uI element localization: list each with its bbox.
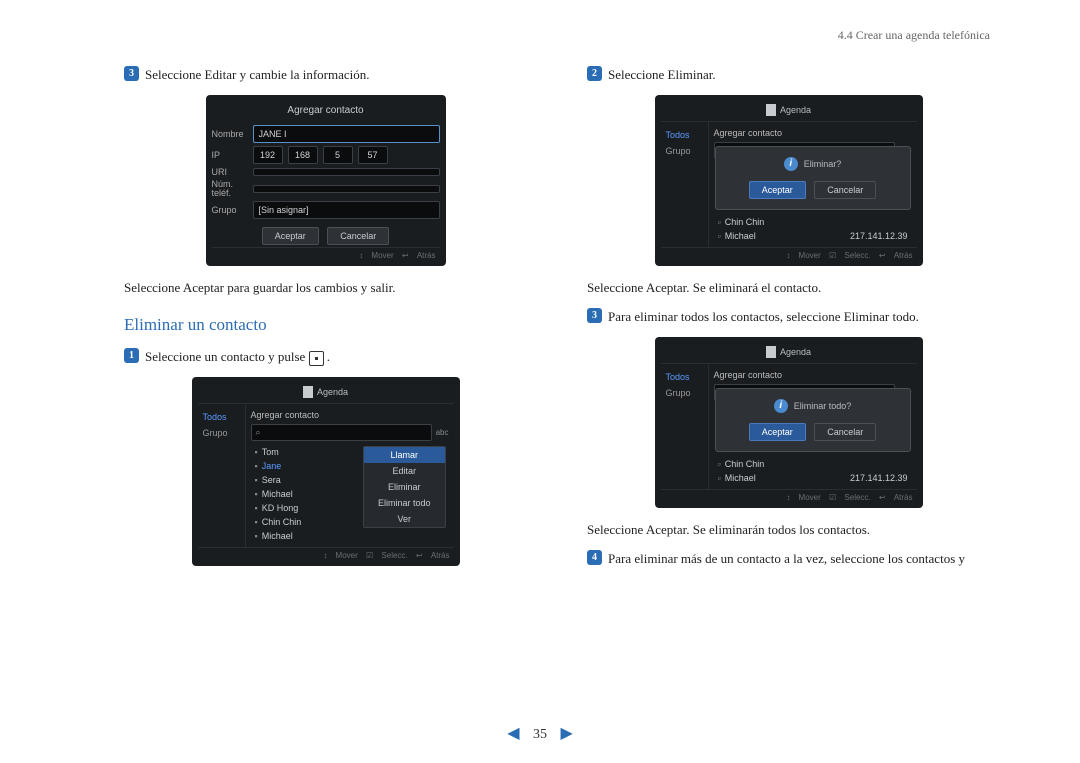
label-ip: IP <box>212 150 248 160</box>
info-icon: i <box>774 399 788 413</box>
agenda-title: Agenda <box>317 387 348 397</box>
step-1: 1 Seleccione un contacto y pulse . <box>124 347 527 367</box>
step-badge: 3 <box>124 66 139 81</box>
abc-label: abc <box>436 428 449 437</box>
cancelar-button[interactable]: Cancelar <box>814 423 876 441</box>
ip-seg-4[interactable]: 57 <box>358 146 388 164</box>
side-grupo[interactable]: Grupo <box>198 425 245 441</box>
step-badge: 1 <box>124 348 139 363</box>
section-title: Eliminar un contacto <box>124 315 527 335</box>
input-nombre[interactable]: JANE I <box>253 125 440 143</box>
side-todos[interactable]: Todos <box>198 409 245 425</box>
add-contact[interactable]: Agregar contacto <box>714 368 912 384</box>
after-text-3: Seleccione Aceptar. Se eliminará el cont… <box>587 278 990 298</box>
side-grupo[interactable]: Grupo <box>661 143 708 159</box>
context-menu: Llamar Editar Eliminar Eliminar todo Ver <box>363 446 446 528</box>
device-title: Agregar contacto <box>212 101 440 122</box>
search-input[interactable]: ⌕ <box>251 424 432 441</box>
input-num[interactable] <box>253 185 440 193</box>
label-grupo: Grupo <box>212 205 248 215</box>
side-todos[interactable]: Todos <box>661 369 708 385</box>
add-contact[interactable]: Agregar contacto <box>251 408 449 424</box>
info-icon: i <box>784 157 798 171</box>
step-3b: 3 Para eliminar todos los contactos, sel… <box>587 307 990 327</box>
after-text-1: Seleccione Aceptar para guardar los camb… <box>124 278 527 298</box>
modal-question: Eliminar? <box>804 159 842 169</box>
contact-row[interactable]: ▪Michael <box>251 529 449 543</box>
page-header: 4.4 Crear una agenda telefónica <box>124 28 990 43</box>
menu-llamar[interactable]: Llamar <box>364 447 445 463</box>
device-footer: ↕ Mover ↩ Atrás <box>212 247 440 260</box>
ip-seg-3[interactable]: 5 <box>323 146 353 164</box>
cancelar-button[interactable]: Cancelar <box>814 181 876 199</box>
doc-icon <box>766 104 776 116</box>
menu-eliminar-todo[interactable]: Eliminar todo <box>364 495 445 511</box>
input-uri[interactable] <box>253 168 440 176</box>
aceptar-button[interactable]: Aceptar <box>262 227 319 245</box>
side-todos[interactable]: Todos <box>661 127 708 143</box>
agenda-title: Agenda <box>780 347 811 357</box>
device-footer: ↕ Mover ☑ Selecc. ↩ Atrás <box>198 547 454 560</box>
ip-seg-1[interactable]: 192 <box>253 146 283 164</box>
device-footer: ↕ Mover ☑ Selecc. ↩ Atrás <box>661 247 917 260</box>
label-uri: URI <box>212 167 248 177</box>
label-num: Núm. teléf. <box>212 180 248 198</box>
contact-row[interactable]: ▫Michael217.141.12.39 <box>714 471 912 485</box>
side-grupo[interactable]: Grupo <box>661 385 708 401</box>
menu-key-icon <box>309 351 324 366</box>
screenshot-eliminar-modal: Agenda Todos Grupo Agregar contacto ⌕abc… <box>655 95 923 266</box>
screenshot-add-contact: Agregar contacto Nombre JANE I IP 192 16… <box>206 95 446 266</box>
device-footer: ↕ Mover ☑ Selecc. ↩ Atrás <box>661 489 917 502</box>
prev-page-icon[interactable]: ◀ <box>507 725 519 742</box>
cancelar-button[interactable]: Cancelar <box>327 227 389 245</box>
doc-icon <box>766 346 776 358</box>
step-badge: 2 <box>587 66 602 81</box>
doc-icon <box>303 386 313 398</box>
agenda-title: Agenda <box>780 105 811 115</box>
page-number: ◀ 35 ▶ <box>0 723 1080 743</box>
confirm-modal: i Eliminar? Aceptar Cancelar <box>715 146 911 210</box>
step-4: 4 Para eliminar más de un contacto a la … <box>587 549 990 569</box>
step-3: 3 Seleccione Editar y cambie la informac… <box>124 65 527 85</box>
next-page-icon[interactable]: ▶ <box>561 725 573 742</box>
confirm-modal: i Eliminar todo? Aceptar Cancelar <box>715 388 911 452</box>
menu-eliminar[interactable]: Eliminar <box>364 479 445 495</box>
menu-ver[interactable]: Ver <box>364 511 445 527</box>
step-2: 2 Seleccione Eliminar. <box>587 65 990 85</box>
label-nombre: Nombre <box>212 129 248 139</box>
modal-question: Eliminar todo? <box>794 401 852 411</box>
contact-row[interactable]: ▫Chin Chin <box>714 215 912 229</box>
step-badge: 3 <box>587 308 602 323</box>
input-grupo[interactable]: [Sin asignar] <box>253 201 440 219</box>
screenshot-eliminar-todo-modal: Agenda Todos Grupo Agregar contacto ⌕abc… <box>655 337 923 508</box>
screenshot-agenda-menu: Agenda Todos Grupo Agregar contacto ⌕ ab… <box>192 377 460 566</box>
after-text-4: Seleccione Aceptar. Se eliminarán todos … <box>587 520 990 540</box>
add-contact[interactable]: Agregar contacto <box>714 126 912 142</box>
step-badge: 4 <box>587 550 602 565</box>
ip-seg-2[interactable]: 168 <box>288 146 318 164</box>
menu-editar[interactable]: Editar <box>364 463 445 479</box>
contact-row[interactable]: ▫Chin Chin <box>714 457 912 471</box>
aceptar-button[interactable]: Aceptar <box>749 181 806 199</box>
aceptar-button[interactable]: Aceptar <box>749 423 806 441</box>
contact-row[interactable]: ▫Michael217.141.12.39 <box>714 229 912 243</box>
